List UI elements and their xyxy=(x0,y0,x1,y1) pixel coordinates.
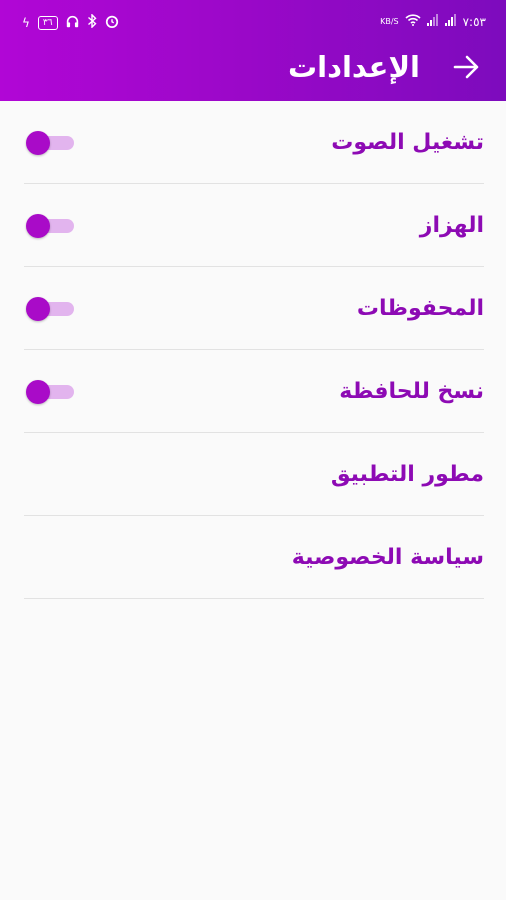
vibration-toggle[interactable] xyxy=(26,214,74,238)
battery-icon: ٣٦ xyxy=(37,15,58,30)
bluetooth-icon xyxy=(87,13,97,31)
setting-row-sound[interactable]: تشغيل الصوت xyxy=(24,101,484,184)
setting-row-privacy-policy[interactable]: سياسة الخصوصية xyxy=(24,516,484,599)
settings-list: تشغيل الصوت الهزاز المحفوظات نسخ للحافظة… xyxy=(24,101,484,599)
setting-label-privacy-policy: سياسة الخصوصية xyxy=(291,545,484,570)
status-bar: ϟ ٣٦ KB/S ٧:٥٣ xyxy=(0,0,506,44)
app-bar: ϟ ٣٦ KB/S ٧:٥٣ الإعدادات xyxy=(0,0,506,101)
sound-toggle-thumb xyxy=(26,131,50,155)
setting-label-copy-clipboard: نسخ للحافظة xyxy=(339,379,484,404)
vibration-toggle-thumb xyxy=(26,214,50,238)
battery-level: ٣٦ xyxy=(42,17,53,28)
setting-row-vibration[interactable]: الهزاز xyxy=(24,184,484,267)
favorites-toggle[interactable] xyxy=(26,297,74,321)
status-bar-right: KB/S ٧:٥٣ xyxy=(380,14,486,29)
setting-label-app-developer: مطور التطبيق xyxy=(330,462,484,487)
network-speed: KB/S xyxy=(380,17,399,26)
status-time: ٧:٥٣ xyxy=(462,14,486,29)
setting-label-vibration: الهزاز xyxy=(419,213,484,238)
wifi-icon xyxy=(405,14,421,29)
alarm-icon xyxy=(105,14,119,31)
copy-clipboard-toggle-thumb xyxy=(26,380,50,404)
setting-label-favorites: المحفوظات xyxy=(356,296,484,321)
sound-toggle[interactable] xyxy=(26,131,74,155)
headphones-icon xyxy=(66,15,79,31)
setting-row-favorites[interactable]: المحفوظات xyxy=(24,267,484,350)
status-bar-left: ϟ ٣٦ xyxy=(22,13,119,31)
charging-icon: ϟ xyxy=(22,15,30,30)
copy-clipboard-toggle[interactable] xyxy=(26,380,74,404)
page-title: الإعدادات xyxy=(287,50,420,84)
favorites-toggle-thumb xyxy=(26,297,50,321)
setting-row-copy-clipboard[interactable]: نسخ للحافظة xyxy=(24,350,484,433)
signal-icon-1 xyxy=(426,14,439,29)
signal-icon-2 xyxy=(444,14,457,29)
setting-row-app-developer[interactable]: مطور التطبيق xyxy=(24,433,484,516)
back-arrow-icon[interactable] xyxy=(452,54,482,80)
setting-label-sound: تشغيل الصوت xyxy=(331,130,484,155)
